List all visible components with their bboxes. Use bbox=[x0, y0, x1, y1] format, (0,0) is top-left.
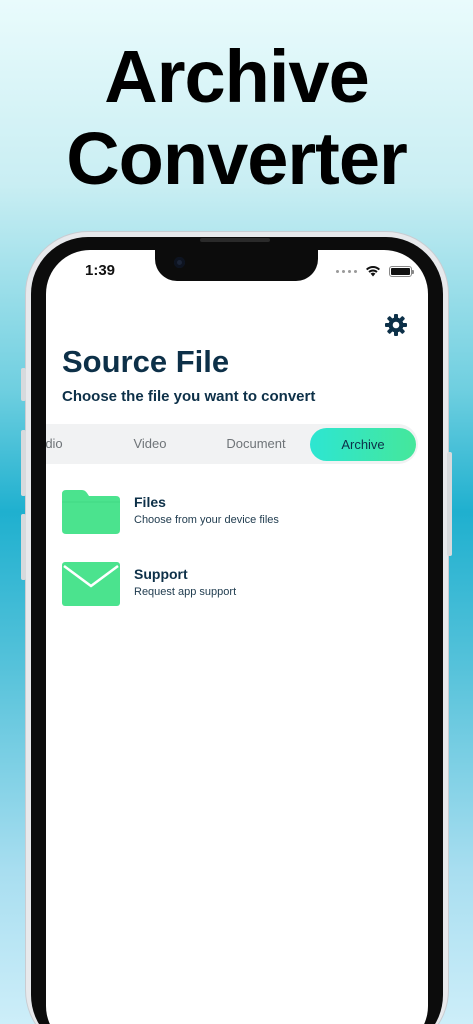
phone-side-button-volume-up bbox=[21, 430, 26, 496]
phone-side-button-volume-down bbox=[21, 514, 26, 580]
status-time: 1:39 bbox=[85, 262, 116, 279]
support-option[interactable]: Support Request app support bbox=[62, 562, 392, 608]
envelope-icon bbox=[62, 562, 120, 606]
tab-document[interactable]: Document bbox=[216, 424, 296, 464]
promo-headline: Archive Converter bbox=[0, 36, 473, 200]
tab-video[interactable]: Video bbox=[110, 424, 190, 464]
tab-audio[interactable]: dio bbox=[46, 424, 68, 464]
camera-icon bbox=[174, 257, 185, 268]
support-option-subtitle: Request app support bbox=[134, 586, 237, 598]
folder-icon bbox=[62, 490, 120, 534]
signal-dots-icon bbox=[336, 269, 357, 273]
page-subtitle: Choose the file you want to convert bbox=[62, 388, 316, 405]
files-option-title: Files bbox=[134, 494, 166, 510]
page-title: Source File bbox=[62, 344, 230, 379]
support-option-title: Support bbox=[134, 566, 188, 582]
battery-icon bbox=[389, 265, 414, 277]
wifi-icon bbox=[366, 266, 380, 277]
phone-side-button-power bbox=[447, 452, 452, 556]
status-indicators bbox=[336, 265, 414, 277]
headline-line-1: Archive bbox=[104, 35, 369, 118]
phone-side-button-mute bbox=[21, 368, 26, 401]
file-type-tabs: dio Video Document Archive bbox=[46, 424, 418, 464]
files-option-subtitle: Choose from your device files bbox=[134, 514, 279, 526]
files-option[interactable]: Files Choose from your device files bbox=[62, 490, 392, 536]
phone-speaker bbox=[200, 238, 270, 242]
tab-archive[interactable]: Archive bbox=[310, 428, 416, 461]
headline-line-2: Converter bbox=[66, 117, 408, 200]
gear-icon[interactable] bbox=[384, 313, 408, 337]
